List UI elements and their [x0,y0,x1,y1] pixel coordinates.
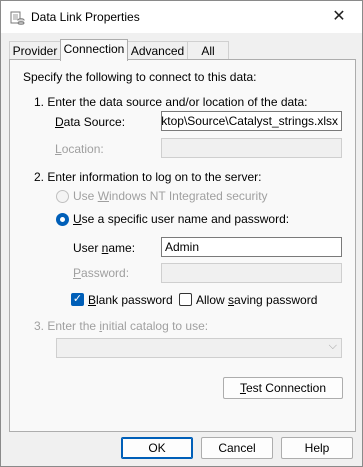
test-connection-button[interactable]: Test Connection [223,377,343,399]
tab-advanced[interactable]: Advanced [127,41,188,60]
radio-specific-user[interactable] [56,213,69,226]
location-label: Location: [55,142,104,156]
radio-specific-user-label: Use a specific user name and password: [73,212,290,226]
allow-saving-checkbox[interactable] [179,293,192,306]
radio-windows-nt-label: Use Windows NT Integrated security [73,189,268,203]
location-input[interactable] [161,138,342,158]
blank-password-label: Blank password [88,293,173,307]
user-name-input[interactable]: Admin [161,237,342,257]
tab-provider[interactable]: Provider [9,41,61,60]
data-source-label: Data Source: [55,115,126,129]
step2-heading: 2. Enter information to log on to the se… [34,170,262,184]
password-input[interactable] [161,263,342,283]
title-bar: Data Link Properties ✕ [1,1,362,33]
chevron-down-icon: ⌵ [328,340,337,352]
dialog-window: Data Link Properties ✕ Provider Connecti… [0,0,363,467]
intro-text: Specify the following to connect to this… [23,70,257,84]
blank-password-checkbox[interactable]: ✓ [71,293,84,306]
close-icon[interactable]: ✕ [316,1,362,33]
window-title: Data Link Properties [31,10,140,24]
user-name-label: User name: [73,241,136,255]
help-button[interactable]: Help [281,437,353,459]
data-source-input[interactable]: Desktop\Source\Catalyst_strings.xlsx [161,111,342,131]
radio-windows-nt[interactable] [56,190,69,203]
data-link-icon [9,9,25,25]
cancel-button[interactable]: Cancel [201,437,273,459]
password-label: Password: [73,266,130,280]
step3-heading: 3. Enter the initial catalog to use: [34,319,209,333]
step1-heading: 1. Enter the data source and/or location… [34,95,308,109]
tab-all[interactable]: All [187,41,229,60]
ok-button[interactable]: OK [121,437,193,459]
catalog-combobox[interactable]: ⌵ [56,338,342,358]
data-source-value: Desktop\Source\Catalyst_strings.xlsx [161,114,338,128]
allow-saving-label: Allow saving password [196,293,318,307]
tab-connection[interactable]: Connection [60,39,128,61]
